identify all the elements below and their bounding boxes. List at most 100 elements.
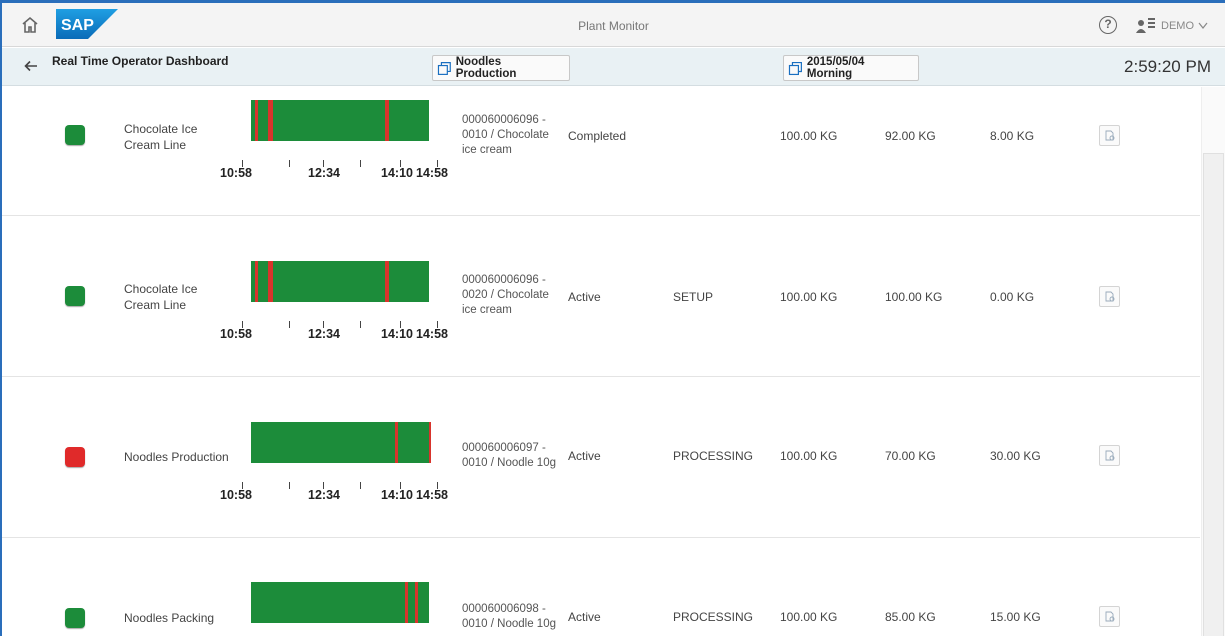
timeline-event	[255, 100, 258, 141]
timeline-bar	[251, 100, 429, 141]
page-title: Real Time Operator Dashboard	[52, 54, 229, 68]
remaining-quantity: 30.00 KG	[990, 449, 1041, 463]
tick-mark	[360, 482, 361, 489]
planned-quantity: 100.00 KG	[780, 449, 838, 463]
actual-quantity: 100.00 KG	[885, 290, 943, 304]
order-status: Active	[568, 290, 601, 304]
copy-icon	[788, 61, 802, 75]
list-item: Noodles Packing 000060006098 - 0010 / No…	[2, 538, 1200, 636]
timeline-bar	[251, 582, 429, 623]
order-number: 000060006096 - 0020 / Chocolate ice crea…	[462, 274, 549, 316]
production-line-label: Noodles Production	[455, 56, 517, 80]
order-status: Active	[568, 449, 601, 463]
tick-label: 14:10	[381, 327, 413, 341]
order-number: 000060006098 - 0010 / Noodle 10g	[462, 603, 556, 630]
phase: SETUP	[673, 290, 714, 304]
remaining-quantity: 0.00 KG	[990, 290, 1035, 304]
line-name: Chocolate Ice Cream Line	[124, 282, 198, 312]
detail-button[interactable]	[1099, 125, 1120, 146]
shell-bar: SAP Plant Monitor ? DEMO	[2, 3, 1225, 47]
planned-quantity: 100.00 KG	[780, 290, 838, 304]
tick-label: 10:58	[220, 166, 252, 180]
vertical-scrollbar[interactable]	[1201, 87, 1225, 636]
order-status: Active	[568, 610, 601, 624]
user-menu[interactable]: DEMO	[1135, 16, 1208, 36]
help-icon[interactable]: ?	[1099, 16, 1117, 34]
status-indicator-green	[65, 125, 85, 145]
order-number: 000060006097 - 0010 / Noodle 10g	[462, 442, 556, 469]
tick-label: 12:34	[308, 166, 340, 180]
back-arrow-icon[interactable]	[24, 60, 38, 72]
line-name: Noodles Production	[124, 450, 229, 464]
svg-text:SAP: SAP	[61, 17, 94, 34]
timeline-event	[255, 261, 258, 302]
document-search-icon	[1105, 291, 1115, 302]
list-item: Chocolate Ice Cream Line 10:58 12:34 14:…	[2, 216, 1200, 377]
remaining-quantity: 15.00 KG	[990, 610, 1041, 624]
tick-label: 14:10	[381, 166, 413, 180]
timeline-axis: 10:58 12:34 14:10 14:58	[217, 321, 457, 341]
tick-label: 12:34	[308, 327, 340, 341]
shift-date-label: 2015/05/04 Morning	[806, 56, 865, 80]
tick-mark	[360, 160, 361, 167]
actual-quantity: 85.00 KG	[885, 610, 936, 624]
timeline-event	[395, 422, 398, 463]
document-search-icon	[1105, 611, 1115, 622]
status-indicator-green	[65, 608, 85, 628]
production-line-button[interactable]: Noodles Production	[432, 55, 570, 81]
chevron-down-icon	[1198, 22, 1208, 29]
tick-label: 12:34	[308, 488, 340, 502]
tick-label: 10:58	[220, 327, 252, 341]
line-name: Noodles Packing	[124, 611, 215, 625]
tick-mark	[289, 321, 290, 328]
detail-button[interactable]	[1099, 286, 1120, 307]
timeline-event	[268, 100, 273, 141]
scrollbar-thumb[interactable]	[1203, 153, 1224, 636]
tick-mark	[360, 321, 361, 328]
current-time: 2:59:20 PM	[1124, 57, 1211, 76]
detail-button[interactable]	[1099, 606, 1120, 627]
order-number: 000060006096 - 0010 / Chocolate ice crea…	[462, 114, 549, 156]
tick-label: 14:58	[416, 166, 448, 180]
planned-quantity: 100.00 KG	[780, 129, 838, 143]
tick-mark	[289, 482, 290, 489]
timeline-event	[385, 100, 389, 141]
status-indicator-red	[65, 447, 85, 467]
timeline-event	[429, 422, 431, 463]
detail-button[interactable]	[1099, 445, 1120, 466]
timeline-bar	[251, 422, 431, 463]
list-item: Chocolate Ice Cream Line 10:58 12:34 14:…	[2, 87, 1200, 216]
tick-label: 14:10	[381, 488, 413, 502]
tick-mark	[289, 160, 290, 167]
timeline-event	[415, 582, 418, 623]
tick-label: 14:58	[416, 488, 448, 502]
shell-title: Plant Monitor	[578, 19, 649, 33]
sap-logo: SAP	[56, 9, 118, 39]
actual-quantity: 70.00 KG	[885, 449, 936, 463]
shift-date-button[interactable]: 2015/05/04 Morning	[783, 55, 919, 81]
timeline-axis: 10:58 12:34 14:10 14:58	[217, 482, 457, 502]
page-header: Real Time Operator Dashboard Noodles Pro…	[2, 48, 1225, 86]
copy-icon	[437, 61, 451, 75]
timeline-event	[405, 582, 408, 623]
timeline-bar	[251, 261, 429, 302]
phase: PROCESSING	[673, 610, 754, 624]
timeline-axis: 10:58 12:34 14:10 14:58	[217, 160, 457, 180]
order-status: Completed	[568, 129, 627, 143]
actual-quantity: 92.00 KG	[885, 129, 936, 143]
tick-label: 10:58	[220, 488, 252, 502]
document-search-icon	[1105, 130, 1115, 141]
user-icon	[1136, 18, 1155, 33]
line-name: Chocolate Ice Cream Line	[124, 122, 198, 152]
remaining-quantity: 8.00 KG	[990, 129, 1035, 143]
timeline-event	[385, 261, 389, 302]
app-window: SAP Plant Monitor ? DEMO Real Time Opera…	[0, 0, 1225, 636]
document-search-icon	[1105, 450, 1115, 461]
status-indicator-green	[65, 286, 85, 306]
phase: PROCESSING	[673, 449, 754, 463]
planned-quantity: 100.00 KG	[780, 610, 838, 624]
tick-label: 14:58	[416, 327, 448, 341]
home-icon[interactable]	[20, 15, 40, 35]
list-item: Noodles Production 10:58 12:34 14:10 14:…	[2, 377, 1200, 538]
dashboard-list: Chocolate Ice Cream Line 10:58 12:34 14:…	[2, 87, 1200, 636]
